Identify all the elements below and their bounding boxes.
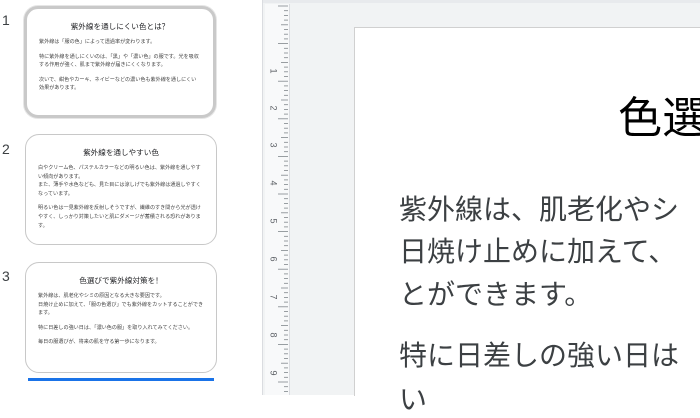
slide-title: 紫外線を通しやすい色 — [83, 148, 159, 157]
ruler-number: 6 — [268, 256, 279, 262]
slide-paragraph: 次いで、紺色やカーキ、ネイビーなどの濃い色も紫外線を通しにくい効果があります。 — [39, 76, 197, 92]
slide-paragraph: 特に日差しの強い日は、「濃い色の服」を取り入れてみてください。 — [38, 324, 194, 331]
ruler-number: 9 — [268, 370, 279, 376]
ruler-number: 2 — [268, 105, 279, 111]
slide-thumbnail-3[interactable]: 色選びで紫外線対策を！ 紫外線は、肌老化やシミの原因となる大きな要因です。 日焼… — [25, 262, 217, 373]
slide-paragraph: 紫外線は、肌老化やシミの原因となる大きな要因です。 日焼け止めに加えて、「服の色… — [38, 293, 204, 317]
horizontal-ruler — [263, 0, 700, 3]
vertical-ruler[interactable]: 1 2 3 4 5 6 7 8 9 — [265, 4, 290, 395]
slide-thumbnail-1[interactable]: 紫外線を通しにくい色とは？ 紫外線は「服の色」によって透過率が変わります。 特に… — [24, 6, 216, 118]
slide-thumbnail-2[interactable]: 紫外線を通しやすい色 白やクリーム色、パステルカラーなどの明るい色は、紫外線を通… — [25, 134, 217, 245]
slide-paragraph: 毎日の服選びが、将来の肌を守る第一歩になります。 — [38, 339, 160, 346]
canvas-body-line[interactable]: 紫外線は、肌老化やシ — [399, 188, 679, 228]
slide-filmstrip: 1 紫外線を通しにくい色とは？ 紫外線は「服の色」によって透過率が変わります。 … — [0, 0, 262, 395]
ruler-number: 8 — [268, 332, 279, 338]
slide-title: 紫外線を通しにくい色とは？ — [70, 22, 170, 31]
slide-number: 1 — [2, 12, 10, 28]
slide-title: 色選びで紫外線対策を！ — [79, 276, 163, 285]
slide-paragraph: 紫外線は「服の色」によって透過率が変わります。 — [39, 39, 156, 45]
ruler-number: 5 — [268, 218, 279, 224]
slide-paragraph: 明るい色は一見紫外線を反射しそうですが、繊維のすき間から光が透けやすく、しっかり… — [38, 205, 201, 229]
drop-indicator — [28, 378, 214, 381]
ruler-number: 3 — [268, 142, 279, 148]
ruler-number: 1 — [268, 68, 279, 74]
slide-paragraph: 特に紫外線を通しにくいのは、「黒」や「濃い色」の服です。光を吸収する作用が強く、… — [39, 53, 199, 69]
canvas-body-line[interactable]: 特に日差しの強い日は — [399, 334, 679, 374]
canvas-body-line[interactable]: 日焼け止めに加えて、 — [399, 230, 676, 270]
canvas-body-line[interactable]: い — [399, 378, 427, 418]
ruler-number: 7 — [268, 294, 279, 300]
slide-number: 3 — [2, 268, 10, 284]
ruler-number: 4 — [268, 180, 279, 186]
slide-number: 2 — [2, 141, 10, 157]
slide-paragraph: 白やクリーム色、パステルカラーなどの明るい色は、紫外線を通しやすい傾向があります… — [38, 165, 201, 197]
canvas-slide-title[interactable]: 色選 — [618, 82, 700, 146]
canvas-body-line[interactable]: とができます。 — [399, 273, 592, 313]
